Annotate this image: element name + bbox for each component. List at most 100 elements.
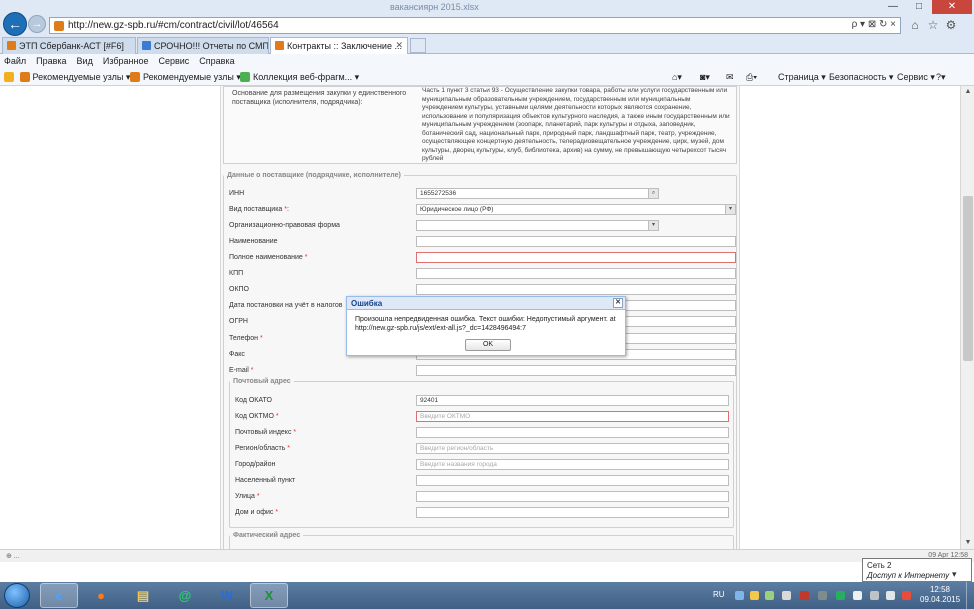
tray-app-icon[interactable] <box>765 591 774 600</box>
excel-task-icon[interactable]: X <box>250 583 288 608</box>
error-dialog-title: Ошибка <box>351 299 383 308</box>
okpo-input[interactable] <box>416 284 736 295</box>
fav-recommended-2[interactable]: Рекомендуемые узлы ▾ <box>130 72 241 83</box>
okato-input[interactable]: 92401 <box>416 395 729 406</box>
settings-gear-icon[interactable]: ⚙ <box>944 18 958 32</box>
supplier-type-select[interactable]: Юридическое лицо (РФ) ▾ <box>416 204 736 215</box>
flag-icon[interactable] <box>870 591 879 600</box>
scroll-up-icon[interactable]: ▲ <box>961 86 974 98</box>
kpp-input[interactable] <box>416 268 736 279</box>
region-input[interactable]: Введите регион/область <box>416 443 729 454</box>
tray-alert-icon[interactable] <box>902 591 911 600</box>
supplier-section-title: Данные о поставщике (подрядчике, исполни… <box>227 172 401 179</box>
menu-file[interactable]: Файл <box>4 56 26 66</box>
help-icon[interactable]: ?▾ <box>936 72 946 83</box>
tray-app-icon[interactable] <box>836 591 845 600</box>
menu-tools[interactable]: Сервис <box>158 56 189 66</box>
window-title: вакансиярн 2015.xlsx <box>390 2 479 12</box>
address-url: http://new.gz-spb.ru/#cm/contract/civil/… <box>68 20 279 31</box>
street-label: Улица * <box>235 493 260 500</box>
tray-app-icon[interactable] <box>735 591 744 600</box>
menu-favorites[interactable]: Избранное <box>103 56 149 66</box>
tab-favicon-icon <box>275 41 284 50</box>
mail-agent-task-icon[interactable]: @ <box>166 583 204 608</box>
favorites-star-icon[interactable]: ☆ <box>926 18 940 32</box>
home-cmd-icon[interactable]: ⌂▾ <box>672 72 682 83</box>
mail-icon[interactable]: ✉ <box>726 72 734 83</box>
name-input[interactable] <box>416 236 736 247</box>
menu-help[interactable]: Справка <box>199 56 234 66</box>
menu-view[interactable]: Вид <box>77 56 93 66</box>
inn-label: ИНН <box>229 190 245 197</box>
full-name-input[interactable] <box>416 252 736 263</box>
favorites-star-icon <box>4 72 14 82</box>
tray-app-icon[interactable] <box>800 591 809 600</box>
search-icon[interactable]: ⌕ <box>648 189 658 198</box>
tab-sberbank[interactable]: ЭТП Сбербанк-АСТ [#F6] <box>2 37 136 54</box>
title-bar: вакансиярн 2015.xlsx — □ ✕ ← → http://ne… <box>0 0 974 36</box>
close-icon[interactable]: ✕ <box>613 298 623 308</box>
scroll-down-icon[interactable]: ▼ <box>961 537 974 549</box>
volume-icon[interactable] <box>886 591 895 600</box>
postal-address-title: Почтовый адрес <box>233 378 291 385</box>
oktmo-label: Код ОКТМО * <box>235 413 279 420</box>
back-button[interactable]: ← <box>3 12 27 36</box>
postal-index-label: Почтовый индекс * <box>235 429 297 436</box>
settlement-input[interactable] <box>416 475 729 486</box>
fav-recommended-1[interactable]: Рекомендуемые узлы ▾ <box>4 72 130 83</box>
taskbar: e ● ▤ @ W X RU 12:58 09.04.2015 <box>0 582 974 609</box>
tray-app-icon[interactable] <box>818 591 827 600</box>
ok-button[interactable]: OK <box>465 339 511 351</box>
vertical-scrollbar[interactable]: ▲ ▼ <box>960 86 974 549</box>
full-name-label: Полное наименование * <box>229 254 308 261</box>
start-button[interactable] <box>4 583 30 608</box>
firefox-task-icon[interactable]: ● <box>82 583 120 608</box>
feeds-icon[interactable]: ◙▾ <box>700 72 710 83</box>
show-desktop-button[interactable] <box>966 582 974 609</box>
kpp-label: КПП <box>229 270 244 277</box>
address-bar[interactable]: http://new.gz-spb.ru/#cm/contract/civil/… <box>49 17 901 34</box>
tab-smp-reports[interactable]: СРОЧНО!!! Отчеты по СМП и... <box>137 37 269 54</box>
tray-app-icon[interactable] <box>750 591 759 600</box>
inn-input[interactable]: 1655272536 ⌕ <box>416 188 659 199</box>
tools-menu[interactable]: Сервис ▾ <box>897 72 935 83</box>
forward-button[interactable]: → <box>28 15 46 33</box>
error-dialog-header: Ошибка ✕ <box>347 297 625 310</box>
tax-date-label: Дата постановки на учёт в налогов <box>229 302 343 309</box>
tray-app-icon[interactable] <box>782 591 791 600</box>
new-tab-button[interactable] <box>410 38 426 53</box>
keyboard-language[interactable]: RU <box>713 590 725 599</box>
web-slice-icon <box>240 72 250 82</box>
maximize-button[interactable]: □ <box>906 0 932 14</box>
clock-time: 12:58 <box>929 585 951 594</box>
okpo-label: ОКПО <box>229 286 249 293</box>
zoom-dropdown-icon[interactable]: ▾ <box>952 569 957 580</box>
street-input[interactable] <box>416 491 729 502</box>
clock[interactable]: 12:58 09.04.2015 <box>920 585 960 605</box>
menu-bar: Файл Правка Вид Избранное Сервис Справка <box>0 54 974 68</box>
explorer-folder-task-icon[interactable]: ▤ <box>124 583 162 608</box>
fav-web-slices[interactable]: Коллекция веб-фрагм... ▾ <box>240 72 359 83</box>
minimize-button[interactable]: — <box>880 0 906 14</box>
word-task-icon[interactable]: W <box>208 583 246 608</box>
security-menu[interactable]: Безопасность ▾ <box>829 72 893 83</box>
close-window-button[interactable]: ✕ <box>932 0 972 14</box>
org-form-select[interactable]: ▾ <box>416 220 659 231</box>
internet-explorer-task-icon[interactable]: e <box>40 583 78 608</box>
postal-index-input[interactable] <box>416 427 729 438</box>
home-icon[interactable]: ⌂ <box>908 18 922 32</box>
basis-label: Основание для размещения закупки у единс… <box>232 90 407 106</box>
city-input[interactable]: Введите названия города <box>416 459 729 470</box>
oktmo-input[interactable]: Введите ОКТМО <box>416 411 729 422</box>
address-controls[interactable]: ρ ▾ ⊠ ↻ × <box>852 19 896 30</box>
print-icon[interactable]: ⎙▾ <box>746 72 757 83</box>
page-menu[interactable]: Страница ▾ <box>778 72 826 83</box>
menu-edit[interactable]: Правка <box>36 56 66 66</box>
house-input[interactable] <box>416 507 729 518</box>
network-icon[interactable] <box>853 591 862 600</box>
close-tab-icon[interactable]: ✕ <box>395 40 403 51</box>
email-input[interactable] <box>416 365 736 376</box>
scrollbar-thumb[interactable] <box>963 196 973 361</box>
ogrn-label: ОГРН <box>229 318 248 325</box>
tab-contracts[interactable]: Контракты :: Заключение ... ✕ <box>270 37 408 54</box>
